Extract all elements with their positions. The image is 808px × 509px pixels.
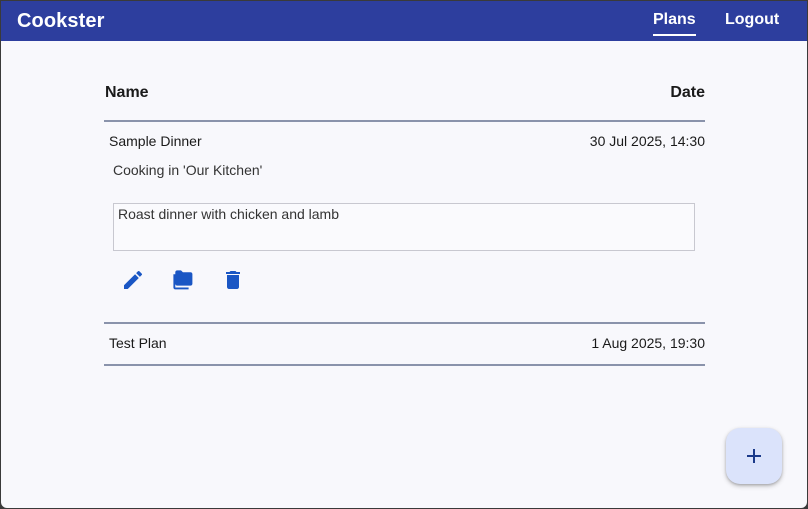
table-row: Sample Dinner 30 Jul 2025, 14:30 Cooking… bbox=[104, 122, 705, 324]
add-plan-button[interactable] bbox=[726, 428, 782, 484]
plan-row-sample-dinner[interactable]: Sample Dinner 30 Jul 2025, 14:30 bbox=[104, 122, 705, 162]
table-row: Test Plan 1 Aug 2025, 19:30 bbox=[104, 324, 705, 366]
plan-details: Cooking in 'Our Kitchen' Roast dinner wi… bbox=[104, 162, 705, 322]
column-header-name: Name bbox=[105, 84, 149, 101]
app-window: Cookster Plans Logout Name Date Sample D… bbox=[1, 1, 807, 508]
plan-date: 30 Jul 2025, 14:30 bbox=[589, 133, 705, 149]
app-title: Cookster bbox=[17, 10, 105, 32]
plan-name: Sample Dinner bbox=[109, 133, 202, 149]
top-app-bar: Cookster Plans Logout bbox=[1, 1, 807, 41]
kitchen-text: Cooking in 'Our Kitchen' bbox=[113, 162, 263, 178]
plus-icon bbox=[747, 449, 761, 463]
plan-date: 1 Aug 2025, 19:30 bbox=[591, 335, 705, 351]
nav-plans-link[interactable]: Plans bbox=[653, 11, 696, 36]
folder-icon[interactable] bbox=[171, 268, 195, 292]
nav-logout-link[interactable]: Logout bbox=[725, 11, 779, 29]
plans-table: Name Date Sample Dinner 30 Jul 2025, 14:… bbox=[104, 73, 705, 366]
column-header-date: Date bbox=[670, 84, 705, 101]
plan-name: Test Plan bbox=[109, 335, 167, 351]
plan-notes-field[interactable]: Roast dinner with chicken and lamb bbox=[113, 203, 695, 251]
edit-icon[interactable] bbox=[121, 268, 145, 292]
plan-notes-text: Roast dinner with chicken and lamb bbox=[118, 206, 340, 222]
delete-icon[interactable] bbox=[221, 268, 245, 292]
plan-row-test-plan[interactable]: Test Plan 1 Aug 2025, 19:30 bbox=[104, 324, 705, 364]
table-header: Name Date bbox=[104, 73, 705, 122]
